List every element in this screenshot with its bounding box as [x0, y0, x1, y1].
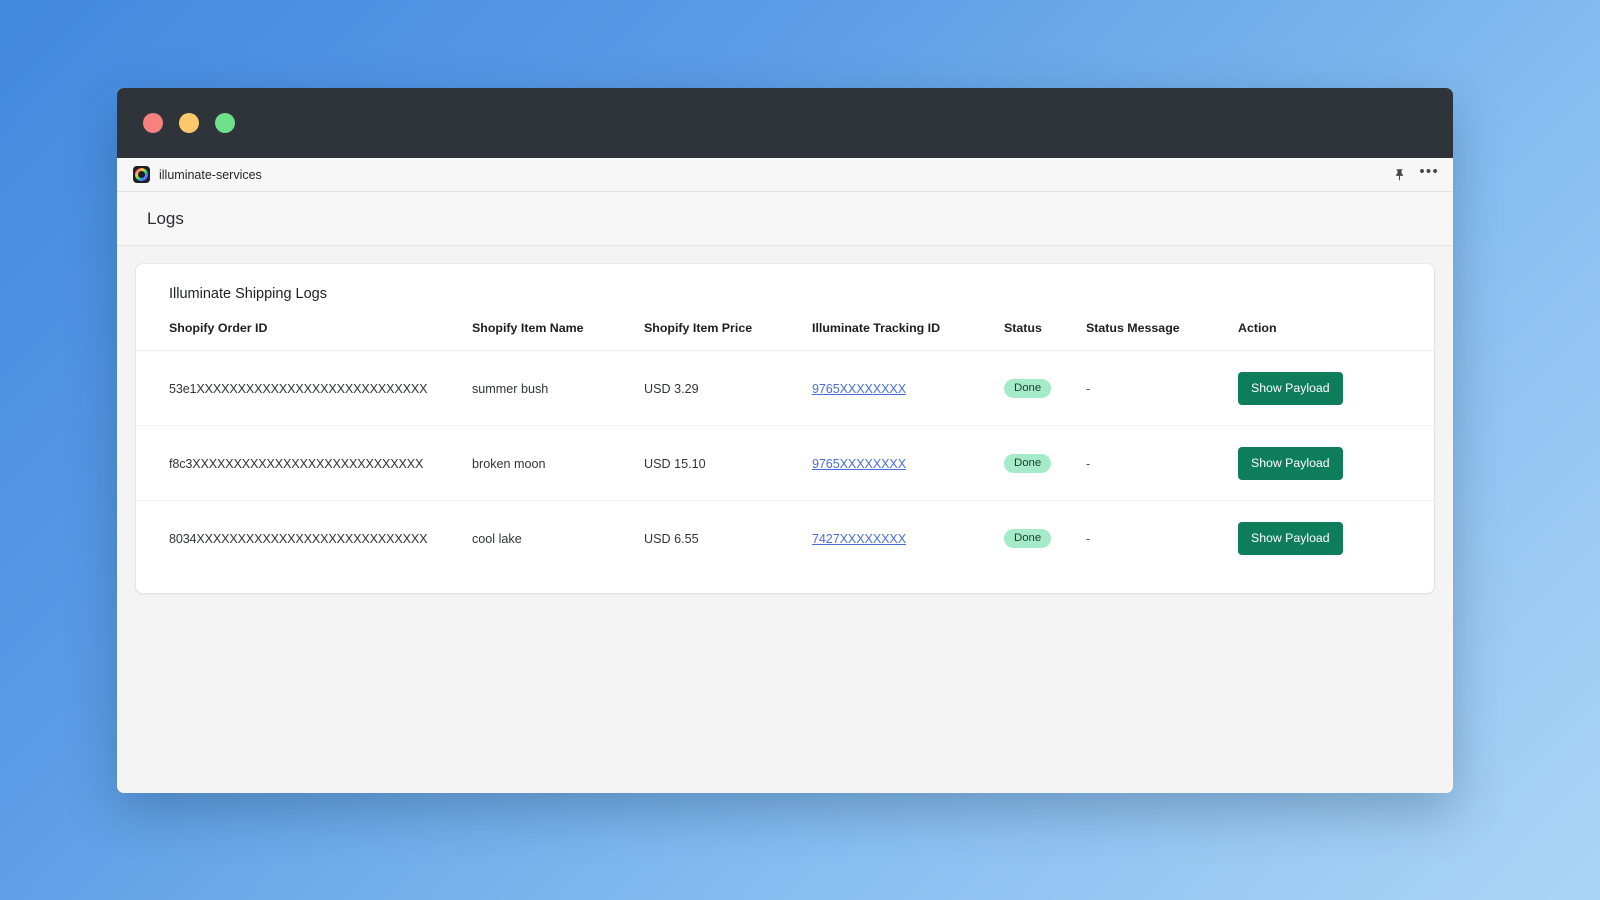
cell-status-message: - — [1086, 425, 1238, 501]
cell-order-id: f8c3XXXXXXXXXXXXXXXXXXXXXXXXXXXX — [136, 425, 472, 501]
status-message-value: - — [1086, 381, 1091, 396]
minimize-window-button[interactable] — [179, 113, 199, 133]
order-id-value: 8034XXXXXXXXXXXXXXXXXXXXXXXXXXXX — [169, 531, 428, 546]
table-header: Shopify Order ID Shopify Item Name Shopi… — [136, 321, 1434, 351]
table-header-row: Shopify Order ID Shopify Item Name Shopi… — [136, 321, 1434, 351]
column-header-status-message: Status Message — [1086, 321, 1238, 351]
column-header-tracking-id: Illuminate Tracking ID — [812, 321, 1004, 351]
card-title: Illuminate Shipping Logs — [169, 286, 327, 302]
tracking-id-link[interactable]: 9765XXXXXXXX — [812, 382, 906, 396]
table-body: 53e1XXXXXXXXXXXXXXXXXXXXXXXXXXXX summer … — [136, 350, 1434, 576]
shipping-logs-card: Illuminate Shipping Logs Shopify Order I… — [136, 264, 1434, 593]
cell-tracking-id: 7427XXXXXXXX — [812, 501, 1004, 576]
cell-item-name: summer bush — [472, 350, 644, 426]
order-id-value: 53e1XXXXXXXXXXXXXXXXXXXXXXXXXXXX — [169, 381, 428, 396]
column-header-order-id: Shopify Order ID — [136, 321, 472, 351]
column-header-item-price: Shopify Item Price — [644, 321, 812, 351]
status-badge: Done — [1004, 378, 1052, 399]
shipping-logs-table: Shopify Order ID Shopify Item Name Shopi… — [136, 321, 1434, 575]
show-payload-button[interactable]: Show Payload — [1238, 522, 1343, 555]
app-window: illuminate-services ••• Logs Illuminate … — [117, 88, 1453, 793]
status-message-value: - — [1086, 531, 1091, 546]
column-header-action: Action — [1238, 321, 1434, 351]
traffic-light-group — [143, 113, 235, 133]
maximize-window-button[interactable] — [215, 113, 235, 133]
show-payload-button[interactable]: Show Payload — [1238, 372, 1343, 405]
tab-illuminate-services[interactable]: illuminate-services — [129, 158, 266, 191]
cell-action: Show Payload — [1238, 350, 1434, 426]
cell-item-price: USD 6.55 — [644, 531, 699, 546]
tracking-id-link[interactable]: 9765XXXXXXXX — [812, 457, 906, 471]
window-titlebar — [117, 88, 1453, 158]
cell-tracking-id: 9765XXXXXXXX — [812, 350, 1004, 426]
table-row: 53e1XXXXXXXXXXXXXXXXXXXXXXXXXXXX summer … — [136, 350, 1434, 426]
cell-status: Done — [1004, 350, 1086, 426]
table-row: f8c3XXXXXXXXXXXXXXXXXXXXXXXXXXXX broken … — [136, 425, 1434, 501]
column-header-item-name: Shopify Item Name — [472, 321, 644, 351]
pin-icon[interactable] — [1391, 166, 1408, 183]
cell-status: Done — [1004, 501, 1086, 576]
cell-tracking-id: 9765XXXXXXXX — [812, 425, 1004, 501]
cell-action: Show Payload — [1238, 425, 1434, 501]
cell-action: Show Payload — [1238, 501, 1434, 576]
cell-item-name: broken moon — [472, 425, 644, 501]
status-message-value: - — [1086, 456, 1091, 471]
page-header: Logs — [117, 192, 1453, 246]
cell-status: Done — [1004, 425, 1086, 501]
show-payload-button[interactable]: Show Payload — [1238, 447, 1343, 480]
tracking-id-link[interactable]: 7427XXXXXXXX — [812, 532, 906, 546]
cell-order-id: 8034XXXXXXXXXXXXXXXXXXXXXXXXXXXX — [136, 501, 472, 576]
status-badge: Done — [1004, 453, 1052, 474]
more-options-icon[interactable]: ••• — [1419, 164, 1439, 181]
close-window-button[interactable] — [143, 113, 163, 133]
column-header-status: Status — [1004, 321, 1086, 351]
tab-strip-actions: ••• — [1391, 164, 1439, 183]
cell-order-id: 53e1XXXXXXXXXXXXXXXXXXXXXXXXXXXX — [136, 350, 472, 426]
page-title: Logs — [147, 208, 184, 228]
cell-status-message: - — [1086, 501, 1238, 576]
tab-label: illuminate-services — [159, 167, 262, 182]
cell-item-price: USD 3.29 — [644, 350, 812, 426]
cell-item-price: USD 15.10 — [644, 425, 812, 501]
tab-strip: illuminate-services ••• — [117, 158, 1453, 192]
order-id-value: f8c3XXXXXXXXXXXXXXXXXXXXXXXXXXXX — [169, 456, 424, 471]
status-badge: Done — [1004, 528, 1052, 549]
table-row: 8034XXXXXXXXXXXXXXXXXXXXXXXXXXXX cool la… — [136, 501, 1434, 576]
cell-status-message: - — [1086, 350, 1238, 426]
page-content: Illuminate Shipping Logs Shopify Order I… — [117, 246, 1453, 793]
illuminate-ring-icon — [133, 166, 150, 183]
cell-item-name: cool lake — [472, 531, 522, 546]
